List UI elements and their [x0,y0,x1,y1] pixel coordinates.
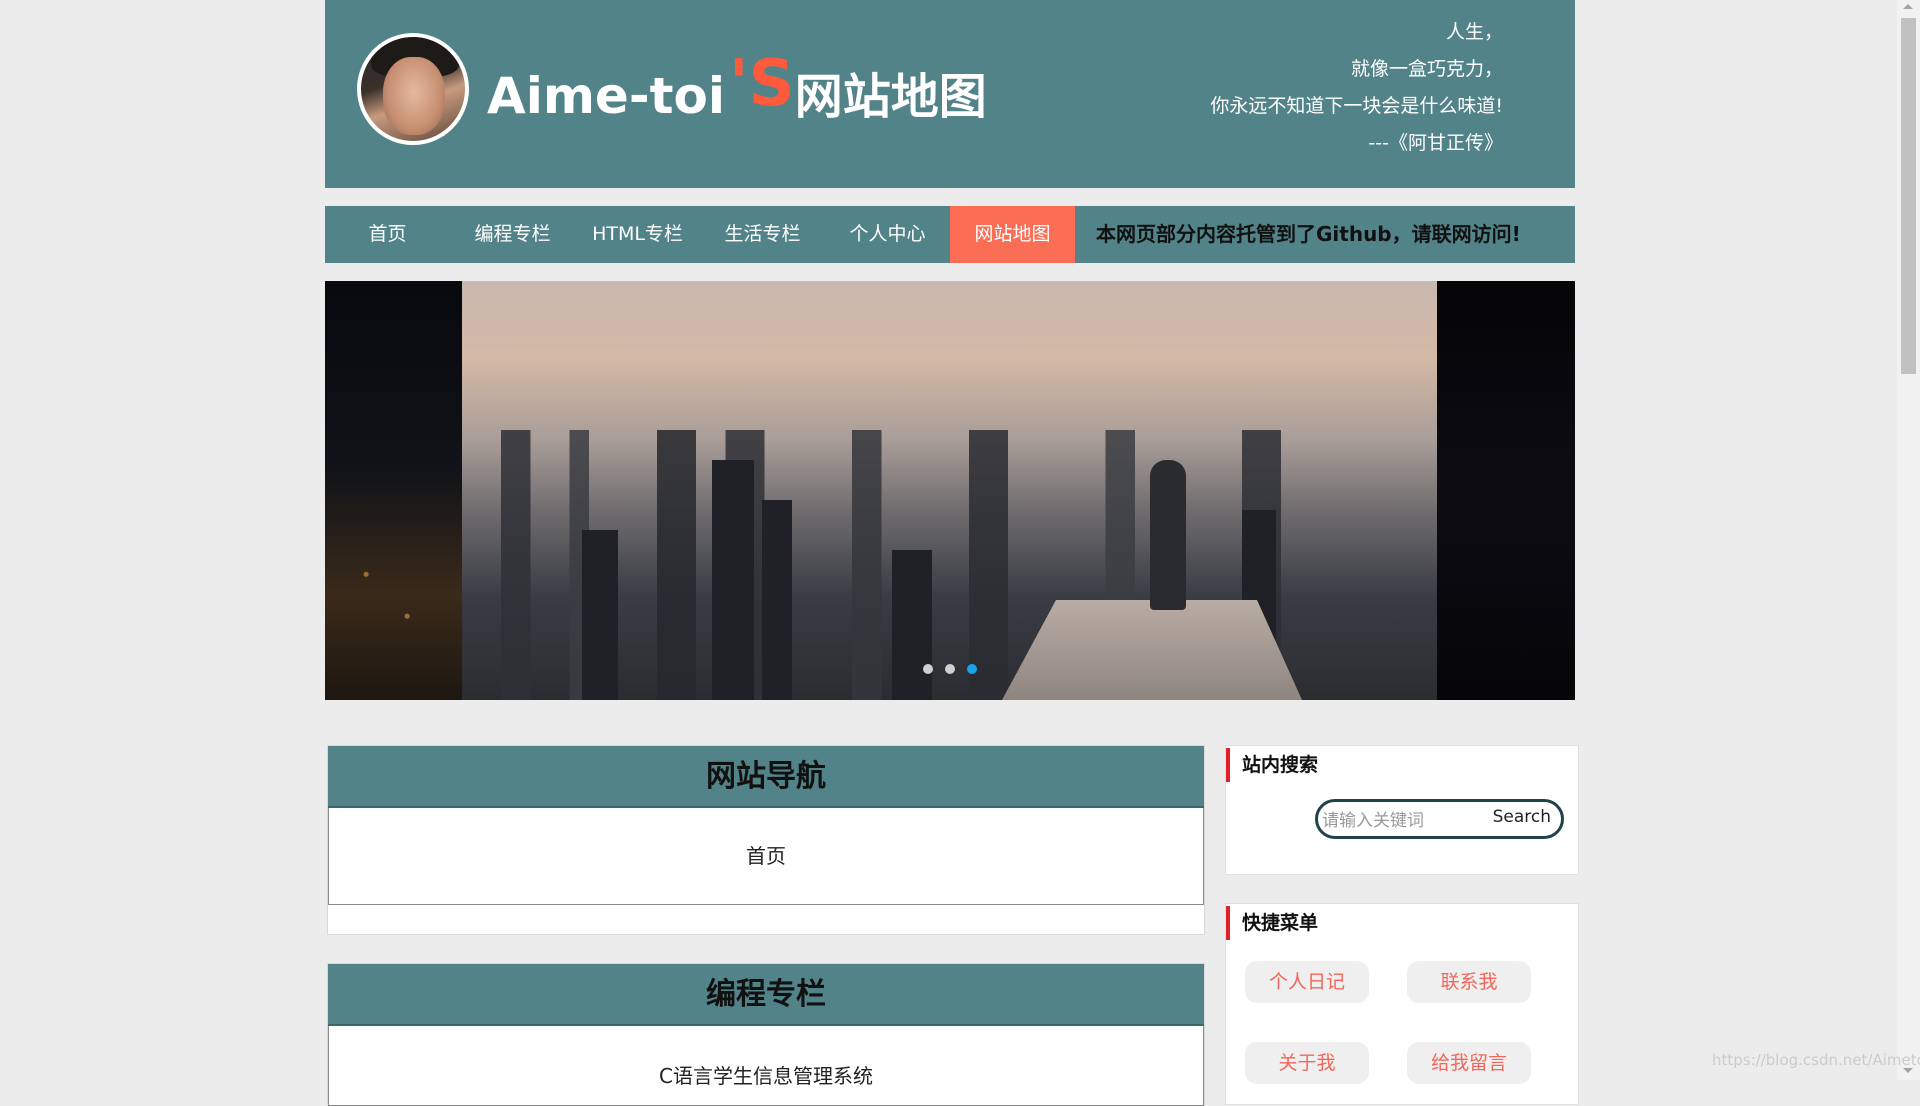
sidebar-quick-title: 快捷菜单 [1226,906,1318,940]
quick-link-diary[interactable]: 个人日记 [1245,961,1369,1003]
quote-line: 你永远不知道下一块会是什么味道! [1210,95,1503,117]
carousel-dot[interactable] [945,664,955,674]
quote-line: ---《阿甘正传》 [1368,132,1503,154]
sidebar-search-title: 站内搜索 [1226,748,1318,782]
nav-item-home[interactable]: 首页 [325,206,450,263]
quick-link-about[interactable]: 关于我 [1245,1042,1369,1084]
section-title: 网站导航 [328,746,1204,808]
main-nav: 首页 编程专栏 HTML专栏 生活专栏 个人中心 网站地图 本网页部分内容托管到… [325,206,1575,263]
scroll-thumb[interactable] [1901,18,1916,374]
section-body: C语言学生信息管理系统 [328,1026,1204,1106]
nav-item-sitemap[interactable]: 网站地图 [950,206,1075,263]
sidebar-search-box: 站内搜索 Search [1225,745,1579,875]
quick-link-message[interactable]: 给我留言 [1407,1042,1531,1084]
city-tower [762,500,792,700]
search-box: Search [1315,799,1564,839]
page-scrollbar[interactable] [1897,0,1920,1080]
quick-link-contact[interactable]: 联系我 [1407,961,1531,1003]
search-button[interactable]: Search [1493,807,1551,827]
carousel-active-slide [462,281,1437,700]
nav-item-programming[interactable]: 编程专栏 [450,206,575,263]
carousel-dot[interactable] [923,664,933,674]
section-card-programming: 编程专栏 C语言学生信息管理系统 [327,963,1205,1106]
carousel-dot-active[interactable] [967,664,977,674]
watermark: https://blog.csdn.net/Aimetoi [1712,1051,1920,1069]
section-title: 编程专栏 [328,964,1204,1026]
site-title-apostrophe: 'S [729,47,795,121]
search-input[interactable] [1320,808,1494,834]
quote-line: 人生， [1445,21,1503,43]
section-link[interactable]: 首页 [746,844,786,868]
person-silhouette [1150,460,1186,610]
section-link[interactable]: C语言学生信息管理系统 [659,1064,873,1088]
nav-item-html[interactable]: HTML专栏 [575,206,700,263]
site-title-main: Aime-toi [487,67,725,125]
nav-notice: 本网页部分内容托管到了Github，请联网访问! [1096,222,1521,246]
city-tower [712,460,754,700]
nav-item-life[interactable]: 生活专栏 [700,206,825,263]
section-card-site-nav: 网站导航 首页 [327,745,1205,935]
section-body: 首页 [328,808,1204,905]
header-quote: 人生， 就像一盒巧克力， 你永远不知道下一块会是什么味道! ---《阿甘正传》 [1210,14,1503,162]
avatar[interactable] [357,33,469,145]
carousel-prev-slide[interactable] [325,281,462,700]
city-tower [582,530,618,700]
quote-line: 就像一盒巧克力， [1350,58,1503,80]
scroll-up-arrow[interactable] [1903,4,1913,9]
site-header: Aime-toi'S网站地图 人生， 就像一盒巧克力， 你永远不知道下一块会是什… [325,0,1575,188]
site-title-suffix: 网站地图 [794,69,987,125]
avatar-face [383,57,445,135]
carousel[interactable] [325,281,1575,700]
site-title: Aime-toi'S网站地图 [487,47,987,132]
city-tower [892,550,932,700]
nav-item-personal[interactable]: 个人中心 [825,206,950,263]
sidebar-quick-menu: 快捷菜单 个人日记 联系我 关于我 给我留言 [1225,903,1579,1105]
carousel-next-slide[interactable] [1437,281,1575,700]
